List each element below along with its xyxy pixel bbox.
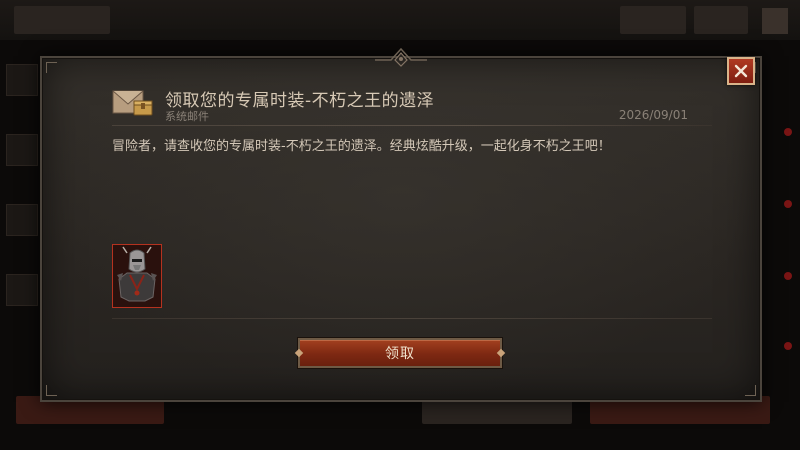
mail-date: 2026/09/01	[618, 108, 688, 122]
background-badge	[784, 200, 792, 208]
background-badge	[784, 272, 792, 280]
frame-corner	[46, 62, 57, 73]
close-button[interactable]	[727, 57, 755, 85]
claim-button-label: 领取	[385, 346, 415, 362]
mail-envelope-icon	[112, 90, 153, 116]
frame-corner	[745, 385, 756, 396]
mail-sender: 系统邮件	[165, 110, 209, 123]
background-close-icon	[762, 8, 788, 34]
background-slot	[6, 204, 38, 236]
mail-body: 冒险者，请查收您的专属时装-不朽之王的遗泽。经典炫酷升级，一起化身不朽之王吧！	[112, 139, 611, 154]
background-slot	[6, 134, 38, 166]
claim-button[interactable]: 领取	[294, 338, 506, 368]
armor-set-icon	[113, 245, 161, 307]
background-badge	[784, 128, 792, 136]
background-mail-list	[0, 44, 40, 404]
background-slot	[6, 274, 38, 306]
background-tab	[694, 6, 748, 34]
background-slot	[6, 64, 38, 96]
frame-corner	[46, 385, 57, 396]
attachment-item[interactable]	[112, 244, 162, 308]
background-badge	[784, 342, 792, 350]
divider	[112, 318, 712, 319]
background-tab	[620, 6, 686, 34]
frame-ornament-icon	[375, 47, 427, 67]
background-tab	[14, 6, 110, 34]
background-top-bar	[0, 0, 800, 40]
close-icon	[734, 64, 748, 78]
divider	[112, 125, 712, 126]
